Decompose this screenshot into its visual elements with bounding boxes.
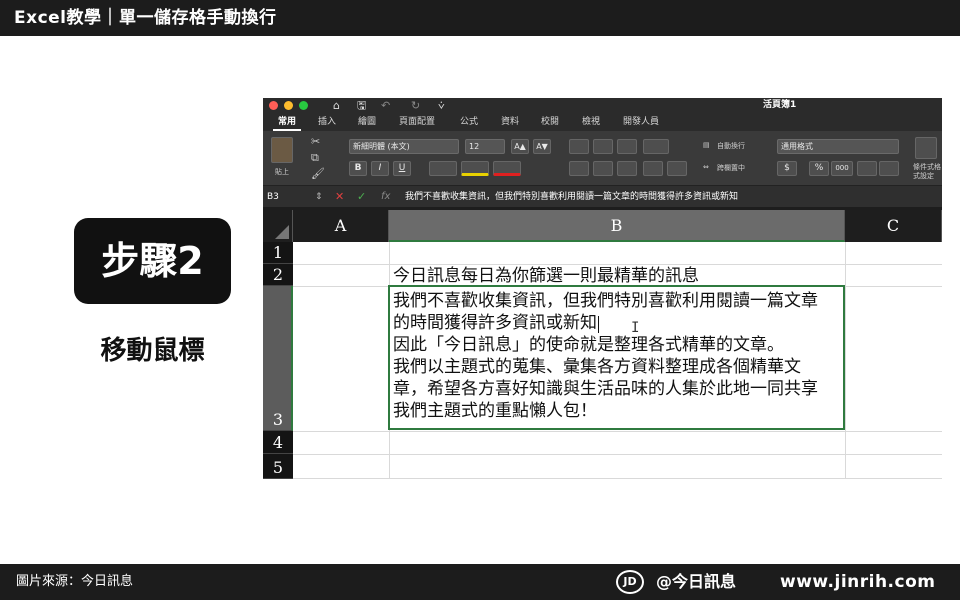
name-box[interactable]: B3 — [267, 186, 279, 208]
decrease-indent-icon[interactable] — [643, 161, 663, 176]
font-name-select[interactable]: 新細明體 (本文) — [349, 139, 459, 154]
format-painter-icon[interactable]: 🖌 — [311, 167, 325, 180]
excel-window: ⌂ 🖫 ↶ ↻ ⩒ 活頁簿1 常用 插入 繪圖 頁面配置 公式 資料 校閱 檢視… — [263, 98, 942, 479]
tab-data[interactable]: 資料 — [496, 113, 524, 131]
column-header-c[interactable]: C — [845, 210, 942, 242]
column-header-a[interactable]: A — [293, 210, 389, 242]
merge-center-icon[interactable]: ⇔ — [703, 163, 709, 171]
cell-b3-line-4: 我們以主題式的蒐集、彙集各方資料整理成各個精華文 — [393, 357, 801, 376]
save-icon[interactable]: 🖫 — [357, 98, 366, 113]
step-badge: 步驟2 — [74, 218, 231, 304]
borders-button[interactable] — [429, 161, 457, 176]
select-all-corner[interactable] — [263, 210, 293, 242]
increase-indent-icon[interactable] — [667, 161, 687, 176]
text-caret — [598, 315, 599, 333]
image-source: 圖片來源：今日訊息 — [16, 574, 134, 589]
tab-draw[interactable]: 繪圖 — [353, 113, 381, 131]
column-gridline — [845, 242, 846, 479]
wrap-text-icon[interactable]: ▤ — [703, 141, 710, 149]
text-orientation-icon[interactable] — [643, 139, 669, 154]
tab-page-layout[interactable]: 頁面配置 — [394, 113, 440, 131]
tab-home[interactable]: 常用 — [273, 113, 302, 131]
tab-formulas[interactable]: 公式 — [455, 113, 483, 131]
name-box-stepper-icon[interactable]: ⇕ — [315, 186, 323, 208]
formula-bar: B3 ⇕ ✕ ✓ fx 我們不喜歡收集資訊，但我們特別喜歡利用閱讀一篇文章的時間… — [263, 185, 942, 207]
fill-color-icon[interactable] — [461, 161, 489, 176]
site-url: www.jinrih.com — [780, 572, 936, 592]
redo-icon[interactable]: ↻ — [411, 98, 420, 113]
brand-handle: @今日訊息 — [656, 572, 737, 591]
grow-font-button[interactable]: A▲ — [511, 139, 529, 154]
conditional-format-icon[interactable] — [915, 137, 937, 159]
row-header-1[interactable]: 1 — [263, 242, 293, 264]
cell-b3-line-5: 章，希望各方喜好知識與生活品味的人集於此地一同共享 — [393, 379, 818, 398]
ribbon-tabs: 常用 插入 繪圖 頁面配置 公式 資料 校閱 檢視 開發人員 — [263, 113, 942, 131]
tab-insert[interactable]: 插入 — [313, 113, 341, 131]
shrink-font-button[interactable]: A▼ — [533, 139, 551, 154]
insert-function-icon[interactable]: fx — [381, 186, 390, 208]
maximize-window-icon[interactable] — [299, 101, 308, 110]
paste-label: 貼上 — [275, 168, 289, 176]
close-window-icon[interactable] — [269, 101, 278, 110]
italic-button[interactable]: I — [371, 161, 389, 176]
align-bottom-icon[interactable] — [617, 139, 637, 154]
sheet-grid[interactable]: A B C 1 2 3 4 5 今日訊息每日為你篩選一則最精華的訊息 我們不喜歡… — [263, 210, 942, 479]
ribbon-toolbar: 貼上 ✂ ⧉ 🖌 新細明體 (本文) 12 A▲ A▼ B I U ▤ 自動換行… — [263, 131, 942, 185]
align-top-icon[interactable] — [569, 139, 589, 154]
home-icon[interactable]: ⌂ — [333, 98, 340, 113]
cell-b2[interactable]: 今日訊息每日為你篩選一則最精華的訊息 — [393, 265, 699, 287]
cell-b3-line-2: 的時間獲得許多資訊或新知 — [393, 313, 599, 333]
number-format-select[interactable]: 通用格式 — [777, 139, 899, 154]
cell-b3-line-6: 我們主題式的重點懶人包！ — [393, 401, 597, 420]
brand-logo-icon: JD — [616, 570, 644, 594]
row-header-3[interactable]: 3 — [263, 286, 293, 431]
cancel-edit-icon[interactable]: ✕ — [335, 186, 344, 208]
cut-icon[interactable]: ✂ — [311, 135, 320, 148]
font-size-select[interactable]: 12 — [465, 139, 505, 154]
mouse-ibeam-cursor-icon: I — [631, 320, 640, 336]
row-header-5[interactable]: 5 — [263, 454, 293, 479]
align-center-icon[interactable] — [593, 161, 613, 176]
percent-button[interactable]: % — [809, 161, 829, 176]
align-middle-icon[interactable] — [593, 139, 613, 154]
conditional-format-label[interactable]: 條件式格式設定 — [913, 163, 942, 181]
align-right-icon[interactable] — [617, 161, 637, 176]
comma-style-button[interactable]: 000 — [831, 161, 853, 176]
wrap-text-label[interactable]: 自動換行 — [717, 141, 745, 151]
customize-toolbar-icon[interactable]: ⩒ — [438, 98, 445, 113]
step-caption: 移動鼠標 — [100, 336, 205, 366]
page-header-title: Excel教學｜單一儲存格手動換行 — [0, 0, 960, 36]
increase-decimal-icon[interactable] — [857, 161, 877, 176]
column-header-b[interactable]: B — [389, 210, 845, 242]
currency-button[interactable]: $ — [777, 161, 797, 176]
row-header-2[interactable]: 2 — [263, 264, 293, 286]
undo-icon[interactable]: ↶ — [381, 98, 390, 113]
tab-developer[interactable]: 開發人員 — [618, 113, 664, 131]
copy-icon[interactable]: ⧉ — [311, 151, 319, 165]
workbook-title: 活頁簿1 — [763, 100, 797, 110]
merge-center-label[interactable]: 跨欄置中 — [717, 163, 745, 173]
formula-bar-content[interactable]: 我們不喜歡收集資訊，但我們特別喜歡利用閱讀一篇文章的時間獲得許多資訊或新知 — [405, 186, 738, 208]
bold-button[interactable]: B — [349, 161, 367, 176]
page-footer: 圖片來源：今日訊息 JD @今日訊息 www.jinrih.com — [0, 564, 960, 600]
row-header-4[interactable]: 4 — [263, 431, 293, 454]
excel-title-bar: ⌂ 🖫 ↶ ↻ ⩒ 活頁簿1 — [263, 98, 942, 113]
underline-button[interactable]: U — [393, 161, 411, 176]
cell-b3-line-1: 我們不喜歡收集資訊，但我們特別喜歡利用閱讀一篇文章 — [393, 291, 818, 310]
tab-view[interactable]: 檢視 — [577, 113, 605, 131]
cell-b3-editing[interactable]: 我們不喜歡收集資訊，但我們特別喜歡利用閱讀一篇文章 的時間獲得許多資訊或新知 因… — [388, 285, 845, 430]
font-color-icon[interactable] — [493, 161, 521, 176]
paste-icon[interactable] — [271, 137, 293, 163]
tab-review[interactable]: 校閱 — [536, 113, 564, 131]
confirm-edit-icon[interactable]: ✓ — [357, 186, 366, 208]
minimize-window-icon[interactable] — [284, 101, 293, 110]
cell-b3-line-3: 因此「今日訊息」的使命就是整理各式精華的文章。 — [393, 335, 784, 354]
decrease-decimal-icon[interactable] — [879, 161, 899, 176]
align-left-icon[interactable] — [569, 161, 589, 176]
